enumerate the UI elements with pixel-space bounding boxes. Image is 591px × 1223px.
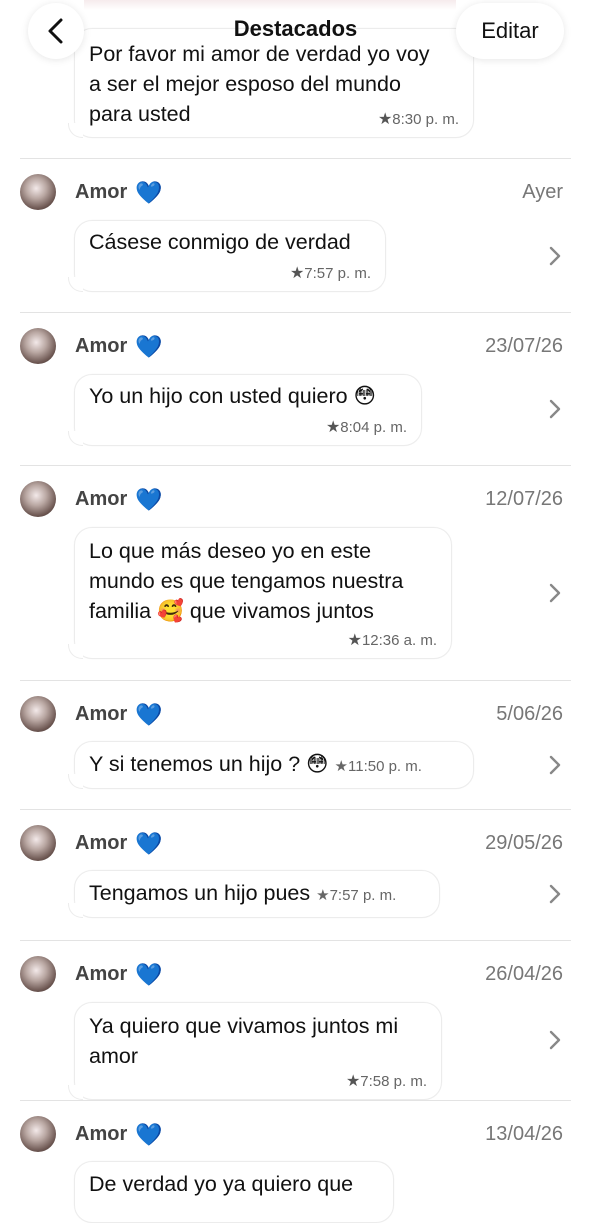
message-bubble[interactable]: Yo un hijo con usted quiero 😳 ★8:04 p. m… — [68, 374, 422, 446]
edit-button[interactable]: Editar — [456, 3, 564, 59]
message-date: 12/07/26 — [485, 488, 563, 510]
chevron-right-icon[interactable] — [548, 1029, 562, 1051]
sender-name: Amor 💙 — [75, 831, 163, 856]
blue-heart-icon: 💙 — [135, 334, 163, 359]
message-text: De verdad yo ya quiero que — [89, 1172, 354, 1196]
sender-name: Amor 💙 — [75, 487, 163, 512]
starred-message-item[interactable]: Amor 💙 26/04/26 Ya quiero que vivamos jun… — [0, 941, 591, 1100]
blue-heart-icon: 💙 — [135, 962, 163, 987]
sender-name: Amor 💙 — [75, 334, 163, 359]
message-bubble[interactable]: De verdad yo ya quiero que — [74, 1161, 394, 1223]
message-time: ★8:04 p. m. — [325, 419, 407, 436]
message-time: ★11:50 p. m. — [334, 758, 422, 775]
message-text: Y si tenemos un hijo ? 😳 ★11:50 p. m. — [89, 752, 422, 776]
message-bubble[interactable]: Ya quiero que vivamos juntos mi amor ★7:… — [68, 1002, 442, 1100]
message-time: ★8:30 p. m. — [377, 111, 459, 128]
message-date: 26/04/26 — [485, 963, 563, 985]
message-text: Ya quiero que vivamos juntos mi amor — [89, 1014, 399, 1068]
message-time: ★7:57 p. m. — [289, 265, 371, 282]
blue-heart-icon: 💙 — [135, 180, 163, 205]
message-date: 29/05/26 — [485, 832, 563, 854]
blue-heart-icon: 💙 — [135, 831, 163, 856]
avatar — [20, 1116, 56, 1152]
sender-name: Amor 💙 — [75, 962, 163, 987]
avatar — [20, 481, 56, 517]
message-date: 23/07/26 — [485, 335, 563, 357]
starred-message-item[interactable]: Amor 💙 23/07/26 Yo un hijo con usted quie… — [0, 313, 591, 465]
starred-message-item[interactable]: Amor 💙 13/04/26 De verdad yo ya quiero qu… — [0, 1101, 591, 1223]
blue-heart-icon: 💙 — [135, 1122, 163, 1147]
message-bubble[interactable]: Cásese conmigo de verdad ★7:57 p. m. — [68, 220, 386, 292]
chevron-right-icon[interactable] — [548, 245, 562, 267]
avatar — [20, 825, 56, 861]
message-date: 13/04/26 — [485, 1123, 563, 1145]
chevron-right-icon[interactable] — [548, 883, 562, 905]
bubble-tail — [68, 123, 83, 138]
message-bubble[interactable]: Tengamos un hijo pues ★7:57 p. m. — [68, 870, 440, 918]
blue-heart-icon: 💙 — [135, 487, 163, 512]
star-icon: ★ — [377, 111, 393, 128]
message-text: Cásese conmigo de verdad — [89, 230, 351, 254]
sender-name: Amor 💙 — [75, 180, 163, 205]
message-time: ★7:58 p. m. — [345, 1073, 427, 1090]
message-text: Lo que más deseo yo en este mundo es que… — [89, 539, 404, 623]
starred-message-item[interactable]: Amor 💙 5/06/26 Y si tenemos un hijo ? 😳 ★1… — [0, 681, 591, 809]
message-date: Ayer — [522, 181, 563, 203]
starred-message-item[interactable]: Amor 💙 Ayer Cásese conmigo de verdad ★7:5… — [0, 159, 591, 312]
message-text: Tengamos un hijo pues ★7:57 p. m. — [89, 881, 397, 905]
avatar — [20, 956, 56, 992]
starred-message-item[interactable]: Amor 💙 12/07/26 Lo que más deseo yo en es… — [0, 466, 591, 680]
message-bubble[interactable]: Lo que más deseo yo en este mundo es que… — [68, 527, 452, 659]
avatar — [20, 696, 56, 732]
blue-heart-icon: 💙 — [135, 702, 163, 727]
sender-name: Amor 💙 — [75, 1122, 163, 1147]
header: Destacados Editar — [0, 0, 591, 64]
message-date: 5/06/26 — [496, 703, 563, 725]
message-bubble[interactable]: Y si tenemos un hijo ? 😳 ★11:50 p. m. — [68, 741, 474, 789]
previous-message-fade — [84, 0, 456, 10]
starred-message-item[interactable]: Amor 💙 29/05/26 Tengamos un hijo pues ★7:5… — [0, 810, 591, 940]
chevron-right-icon[interactable] — [548, 398, 562, 420]
message-text: Yo un hijo con usted quiero 😳 — [89, 384, 376, 408]
avatar — [20, 174, 56, 210]
avatar — [20, 328, 56, 364]
message-time: ★7:57 p. m. — [316, 887, 397, 904]
chevron-right-icon[interactable] — [548, 754, 562, 776]
sender-name: Amor 💙 — [75, 702, 163, 727]
chevron-right-icon[interactable] — [548, 582, 562, 604]
message-time: ★12:36 a. m. — [347, 632, 437, 649]
